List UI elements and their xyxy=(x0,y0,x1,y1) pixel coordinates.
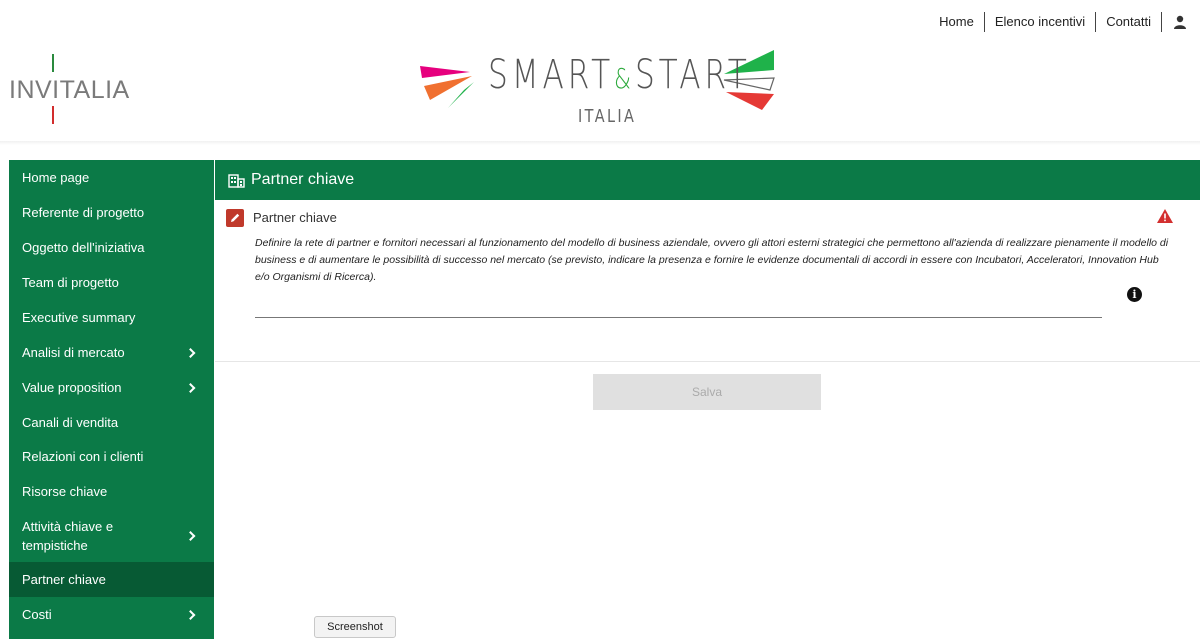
invitalia-logo[interactable]: INVITALIA xyxy=(9,54,139,126)
sidebar-item-label: Partner chiave xyxy=(22,572,106,587)
sidebar-item-label: Referente di progetto xyxy=(22,205,145,220)
sidebar-item-label: Risorse chiave xyxy=(22,484,108,499)
header-divider xyxy=(0,141,1200,145)
info-icon[interactable]: i xyxy=(1127,287,1142,302)
sidebar-item-team-di-progetto[interactable]: Team di progetto xyxy=(9,265,214,300)
building-icon xyxy=(228,173,245,188)
smartstart-ampersand: & xyxy=(614,62,635,95)
warning-icon xyxy=(1157,209,1173,223)
screenshot-button[interactable]: Screenshot xyxy=(314,616,396,638)
sidebar-item-costi[interactable]: Costi xyxy=(9,597,214,632)
sidebar-item-oggetto-dell-iniziativa[interactable]: Oggetto dell'iniziativa xyxy=(9,230,214,265)
smartstart-title-right: START xyxy=(634,52,751,98)
sidebar-item-label: Relazioni con i clienti xyxy=(22,449,144,464)
nav-home-link[interactable]: Home xyxy=(929,12,985,32)
logo-red-bar xyxy=(52,106,54,124)
panel-title: Partner chiave xyxy=(251,171,355,188)
panel-header: Partner chiave xyxy=(215,160,1200,200)
invitalia-wordmark: INVITALIA xyxy=(9,76,130,104)
chevron-right-icon xyxy=(185,382,196,393)
sidebar-item-attivit-chiave-e-tempistiche[interactable]: Attività chiave e tempistiche xyxy=(9,509,214,562)
chevron-right-icon xyxy=(185,347,196,358)
save-button[interactable]: Salva xyxy=(593,374,821,410)
partner-chiave-section: Partner chiave Definire la rete di partn… xyxy=(215,200,1200,362)
sidebar-item-canali-di-vendita[interactable]: Canali di vendita xyxy=(9,405,214,439)
sidebar-item-label: Costi xyxy=(22,607,52,622)
sidebar-item-home-page[interactable]: Home page xyxy=(9,160,214,195)
sidebar-item-label: Executive summary xyxy=(22,310,136,325)
field-description: Definire la rete di partner e fornitori … xyxy=(255,237,1169,283)
nav-contacts-link[interactable]: Contatti xyxy=(1096,12,1162,32)
sidebar-item-analisi-di-mercato[interactable]: Analisi di mercato xyxy=(9,335,214,370)
sidebar-item-partner-chiave[interactable]: Partner chiave xyxy=(9,562,214,597)
chevron-right-icon xyxy=(185,530,196,541)
sidebar-item-label: Team di progetto xyxy=(22,275,119,290)
nav-incentives-link[interactable]: Elenco incentivi xyxy=(985,12,1097,32)
sidebar-item-risorse-chiave[interactable]: Risorse chiave xyxy=(9,474,214,509)
logo-green-bar xyxy=(52,54,54,72)
sidebar-item-label: Canali di vendita xyxy=(22,414,119,430)
user-icon[interactable] xyxy=(1168,12,1192,32)
sidebar-item-label: Analisi di mercato xyxy=(22,345,125,360)
sidebar-item-relazioni-con-i-clienti[interactable]: Relazioni con i clienti xyxy=(9,439,214,474)
sidebar-item-executive-summary[interactable]: Executive summary xyxy=(9,300,214,335)
field-label: Partner chiave xyxy=(253,210,337,225)
smartstart-title: SMART&START xyxy=(488,52,751,98)
sidebar-item-label: Value proposition xyxy=(22,380,122,395)
sidebar-item-label: Oggetto dell'iniziativa xyxy=(22,240,145,255)
sidebar-item-label: Attività chiave e tempistiche xyxy=(22,518,114,553)
edit-pencil-icon[interactable] xyxy=(226,209,244,227)
sidebar-item-label: Home page xyxy=(22,170,90,185)
top-navigation: Home Elenco incentivi Contatti xyxy=(929,11,1192,33)
chevron-right-icon xyxy=(185,609,196,620)
sidebar-menu: Home page Referente di progetto Oggetto de… xyxy=(9,160,214,639)
smartstart-subtitle: ITALIA xyxy=(578,106,637,127)
partner-chiave-input[interactable] xyxy=(255,300,1102,318)
sidebar-item-referente-di-progetto[interactable]: Referente di progetto xyxy=(9,195,214,230)
smartstart-logo: SMART&START ITALIA xyxy=(418,48,778,134)
sidebar-item-value-proposition[interactable]: Value proposition xyxy=(9,370,214,405)
smartstart-title-left: SMART xyxy=(488,52,615,98)
